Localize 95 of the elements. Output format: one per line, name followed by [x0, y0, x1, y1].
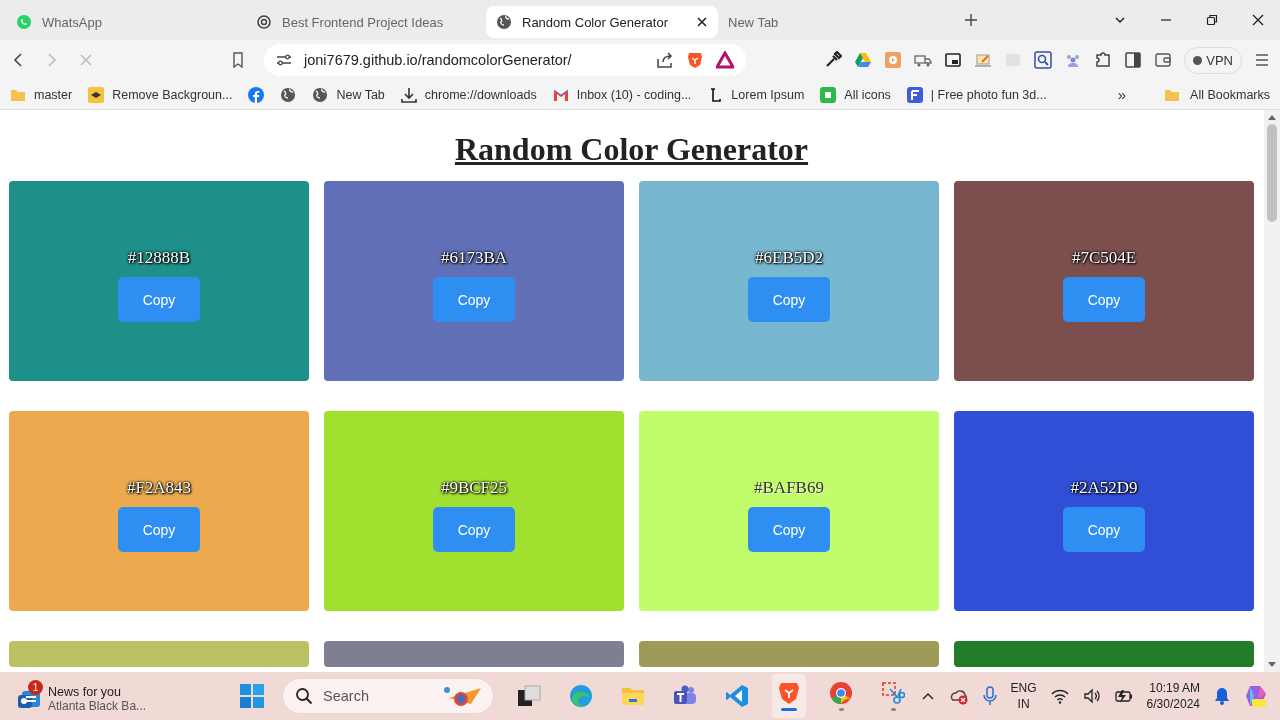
language-indicator[interactable]: ENG IN	[1010, 680, 1037, 712]
square-icon	[820, 86, 837, 103]
browser-tab[interactable]: New Tab	[718, 6, 958, 38]
news-widget[interactable]: 1 News for you Atlanta Black Ba...	[18, 679, 238, 713]
site-settings-icon[interactable]	[276, 52, 292, 68]
start-icon[interactable]	[240, 684, 264, 708]
globe-icon	[312, 86, 329, 103]
more-bookmarks-button[interactable]: »	[1117, 86, 1127, 103]
hex-code: #2A52D9	[1070, 478, 1138, 498]
hex-code: #BAFB69	[754, 478, 824, 498]
news-title: News for you	[48, 685, 122, 699]
form-icon	[906, 86, 923, 103]
bookmark-item[interactable]: Inbox (10) - coding...	[552, 86, 692, 103]
clock-time: 10:19 AM	[1148, 680, 1200, 696]
running-indicator	[838, 708, 844, 711]
lion-shield-icon[interactable]	[777, 681, 801, 705]
running-indicator	[781, 708, 797, 711]
status-dot-icon	[1193, 55, 1203, 65]
close-icon[interactable]	[696, 16, 708, 28]
globe-icon	[496, 14, 512, 30]
page-heading: Random Color Generator	[453, 130, 810, 168]
code-editor-icon[interactable]	[725, 684, 749, 708]
download-icon	[400, 86, 417, 103]
bookmark-item[interactable]	[248, 86, 265, 103]
facebook-icon	[248, 86, 265, 103]
triangle-icon[interactable]	[716, 51, 734, 69]
clock[interactable]: 10:19 AM 6/30/2024	[1146, 680, 1200, 712]
new-tab-icon[interactable]	[964, 13, 978, 27]
search-icon	[295, 687, 313, 705]
bookmark-item[interactable]	[280, 86, 297, 103]
snipping-icon[interactable]	[881, 681, 905, 705]
browser-tab[interactable]: Random Color Generator	[486, 6, 718, 38]
restore-icon[interactable]	[1206, 14, 1218, 26]
tab-title: Best Frontend Project Ideas	[282, 14, 445, 30]
bell-icon[interactable]	[1214, 687, 1230, 705]
hex-code: #12888B	[127, 248, 191, 268]
search-field[interactable]: Search	[282, 678, 494, 714]
bookmark-item[interactable]: | Free photo fun 3d...	[906, 86, 1047, 103]
battery-charging-icon[interactable]	[1114, 688, 1133, 704]
cloud-error-icon[interactable]	[948, 687, 969, 705]
hex-code: #6173BA	[440, 248, 508, 268]
lion-shield-icon[interactable]	[686, 51, 704, 69]
bookmark-item[interactable]: New Tab	[312, 86, 385, 103]
bookmark-item[interactable]: Remove Backgroun...	[88, 86, 233, 103]
clock-date: 6/30/2024	[1146, 696, 1200, 712]
stack-icon	[88, 86, 105, 103]
notification-badge: 1	[28, 680, 43, 695]
running-indicator	[890, 708, 896, 711]
share-icon[interactable]	[656, 51, 674, 69]
close-icon[interactable]	[1252, 14, 1264, 26]
search-placeholder: Search	[323, 688, 370, 704]
vpn-button[interactable]: VPN	[1184, 46, 1242, 74]
region-code: IN	[1016, 696, 1031, 712]
bookmark-item[interactable]: All icons	[820, 86, 891, 103]
scrollbar[interactable]	[1264, 110, 1280, 672]
language-code: ENG	[1010, 680, 1037, 696]
tab-title: WhatsApp	[42, 14, 103, 30]
speaker-icon[interactable]	[1082, 688, 1101, 704]
scroll-down-icon[interactable]	[1268, 662, 1276, 668]
picture-in-picture-icon[interactable]	[944, 51, 963, 69]
bookmark-item[interactable]: chrome://downloads	[400, 86, 537, 103]
scroll-thumb[interactable]	[1267, 124, 1277, 222]
chevron-down-icon[interactable]	[1114, 14, 1126, 26]
drive-icon[interactable]	[854, 51, 873, 69]
eyedropper-icon[interactable]	[824, 51, 843, 69]
bookmark-item[interactable]: Lorem Ipsum	[707, 86, 805, 103]
all-bookmarks-item[interactable]: All Bookmarks	[1164, 86, 1270, 103]
knot-icon	[256, 14, 272, 30]
browser-tab[interactable]: WhatsApp	[6, 6, 246, 38]
magnifier-badge-icon[interactable]	[1034, 51, 1053, 69]
hex-code: #9BCF25	[440, 478, 508, 498]
globe-icon	[280, 86, 297, 103]
hex-code: #6EB5D2	[755, 248, 823, 268]
copilot-icon[interactable]	[1244, 684, 1268, 708]
microphone-icon[interactable]	[982, 686, 997, 706]
scroll-up-icon[interactable]	[1268, 114, 1276, 120]
menu-icon[interactable]	[1254, 52, 1270, 68]
hex-code: #F2A843	[126, 478, 192, 498]
chrome-icon[interactable]	[829, 681, 853, 705]
puzzle-icon[interactable]	[1094, 51, 1113, 69]
hex-code: #7C504E	[1071, 248, 1137, 268]
wallet-icon[interactable]	[1154, 51, 1173, 69]
news-subtitle: Atlanta Black Ba...	[48, 699, 147, 713]
browser-tab[interactable]: Best Frontend Project Ideas	[246, 6, 486, 38]
wifi-icon[interactable]	[1050, 688, 1069, 704]
sidebar-icon[interactable]	[1124, 51, 1143, 69]
task-view-icon[interactable]	[517, 684, 541, 708]
bookmark-item[interactable]: master	[10, 86, 73, 103]
url-text: joni7679.github.io/randomcolorGenerator/	[304, 52, 573, 68]
whatsapp-icon	[16, 14, 32, 30]
tab-title: Random Color Generator	[522, 14, 669, 30]
tab-title: New Tab	[728, 14, 780, 30]
laptop-pen-icon[interactable]	[974, 51, 993, 69]
bookmark-icon[interactable]	[230, 52, 246, 68]
address-bar[interactable]: joni7679.github.io/randomcolorGenerator/	[264, 44, 746, 76]
